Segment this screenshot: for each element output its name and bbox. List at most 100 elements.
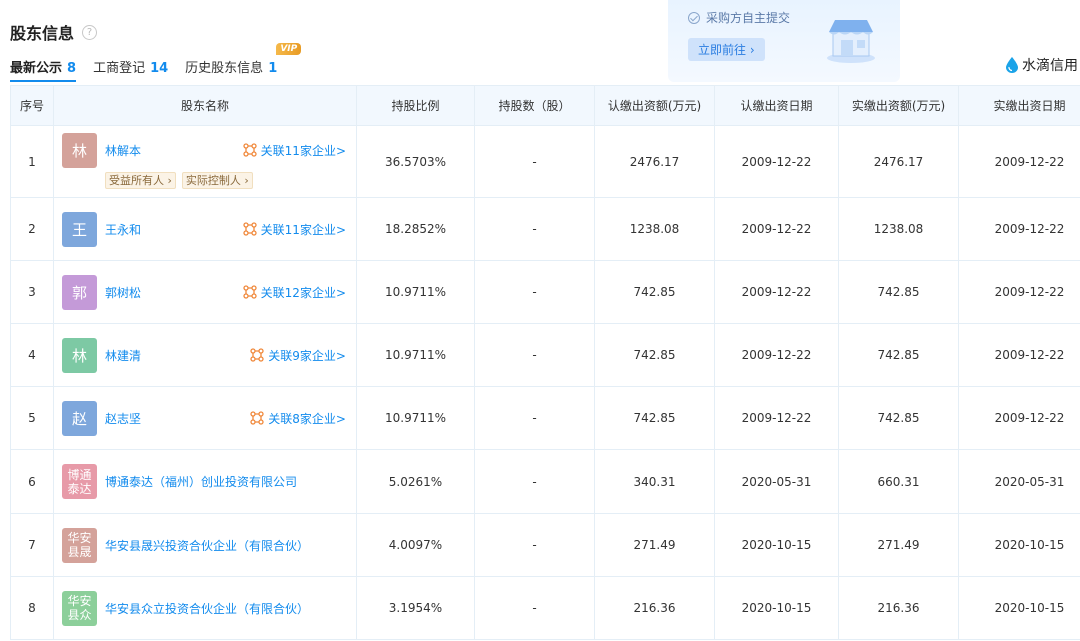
promo-go-button[interactable]: 立即前往 › xyxy=(688,38,765,61)
cell-paid-amount: 660.31 xyxy=(838,449,959,514)
tab-latest-public[interactable]: 最新公示 8 xyxy=(10,57,77,82)
tab-count: 14 xyxy=(150,61,169,76)
col-header-paid-amount[interactable]: 实缴出资额(万元) xyxy=(838,85,959,126)
cell-ratio: 3.1954% xyxy=(356,576,475,640)
cell-index: 4 xyxy=(10,323,54,387)
avatar-text-line2: 泰达 xyxy=(67,481,92,496)
shareholder-info: 王王永和 关联11家企业> xyxy=(62,211,348,247)
cell-paid-amount: 742.85 xyxy=(838,323,959,387)
col-header-shares[interactable]: 持股数（股） xyxy=(474,85,595,126)
tab-label: 历史股东信息 xyxy=(185,61,264,76)
avatar-text-line2: 县众 xyxy=(67,608,92,622)
cell-shareholder-name: 林林建清 关联9家企业> xyxy=(53,323,357,387)
cell-subscribed-amount: 742.85 xyxy=(594,323,715,387)
table-row: 4 林林建清 关联9家企业> 10.9711% -742.85 2009-12-22 742… xyxy=(10,323,1080,387)
cell-shareholder-name: 赵赵志坚 关联8家企业> xyxy=(53,386,357,450)
shareholder-tags: 受益所有人 › 实际控制人 › xyxy=(105,171,348,189)
related-companies-link[interactable]: 关联11家企业> xyxy=(243,221,346,238)
brand-name: 水滴信用 xyxy=(1022,58,1078,74)
related-companies-text: 关联8家企业> xyxy=(268,411,346,426)
cell-shareholder-name: 郭郭树松 关联12家企业> xyxy=(53,260,357,324)
cell-index: 6 xyxy=(10,449,54,514)
cell-paid-amount: 2476.17 xyxy=(838,125,959,198)
col-header-subscribed-amount[interactable]: 认缴出资额(万元) xyxy=(594,85,715,126)
avatar-text-line1: 华安 xyxy=(67,531,92,545)
shareholder-info: 华安 县晟 华安县晟兴投资合伙企业（有限合伙） xyxy=(62,527,348,563)
cell-subscribed-amount: 742.85 xyxy=(594,386,715,450)
cell-subscribed-amount: 271.49 xyxy=(594,513,715,577)
cell-ratio: 10.9711% xyxy=(356,260,475,324)
network-icon xyxy=(250,411,264,425)
cell-ratio: 36.5703% xyxy=(356,125,475,198)
col-header-subscribed-date[interactable]: 认缴出资日期 xyxy=(714,85,839,126)
water-drop-icon xyxy=(1006,57,1018,73)
col-header-paid-date[interactable]: 实缴出资日期 xyxy=(958,85,1080,126)
storefront-icon xyxy=(827,20,875,63)
page-title-text: 股东信息 xyxy=(10,24,75,43)
related-companies-link[interactable]: 关联8家企业> xyxy=(250,410,346,427)
cell-index: 7 xyxy=(10,513,54,577)
avatar: 华安 县众 xyxy=(62,590,97,626)
cell-ratio: 5.0261% xyxy=(356,449,475,514)
cell-ratio: 4.0097% xyxy=(356,513,475,577)
cell-index: 3 xyxy=(10,260,54,324)
cell-subscribed-date: 2009-12-22 xyxy=(714,197,839,261)
related-companies-link[interactable]: 关联9家企业> xyxy=(250,347,346,364)
shareholder-name-link[interactable]: 华安县众立投资合伙企业（有限合伙） xyxy=(105,600,309,617)
col-header-ratio[interactable]: 持股比例 xyxy=(356,85,475,126)
shareholder-name-link[interactable]: 郭树松 xyxy=(105,284,141,301)
cell-paid-amount: 742.85 xyxy=(838,386,959,450)
avatar: 王 xyxy=(62,211,97,247)
shareholder-info: 博通 泰达 博通泰达（福州）创业投资有限公司 xyxy=(62,464,348,499)
avatar: 林 xyxy=(62,337,97,373)
table-header-row: 序号 股东名称 持股比例 持股数（股） 认缴出资额(万元) 认缴出资日期 实缴出… xyxy=(10,85,1080,126)
cell-shareholder-name: 博通 泰达 博通泰达（福州）创业投资有限公司 xyxy=(53,449,357,514)
shareholder-name-link[interactable]: 林建清 xyxy=(105,347,141,364)
col-header-name[interactable]: 股东名称 xyxy=(53,85,357,126)
network-icon xyxy=(250,348,264,362)
cell-paid-date: 2020-10-15 xyxy=(958,576,1080,640)
shareholder-name-link[interactable]: 林解本 xyxy=(105,142,141,159)
shareholder-name-link[interactable]: 华安县晟兴投资合伙企业（有限合伙） xyxy=(105,537,309,554)
tab-count: 8 xyxy=(67,61,77,76)
cell-subscribed-date: 2009-12-22 xyxy=(714,125,839,198)
tab-count: 1 xyxy=(268,61,278,76)
related-companies-link[interactable]: 关联12家企业> xyxy=(243,284,346,301)
shareholder-tag[interactable]: 受益所有人 › xyxy=(105,171,176,189)
cell-index: 2 xyxy=(10,197,54,261)
tab-history-shareholders[interactable]: 历史股东信息 1 VIP xyxy=(185,43,302,79)
tab-label: 最新公示 xyxy=(10,61,63,76)
avatar-text-line1: 华安 xyxy=(67,594,92,608)
cell-subscribed-date: 2020-05-31 xyxy=(714,449,839,514)
cell-subscribed-amount: 1238.08 xyxy=(594,197,715,261)
promo-line: 采购方自主提交 xyxy=(688,9,790,26)
related-companies-text: 关联9家企业> xyxy=(268,348,346,363)
shareholder-name-link[interactable]: 博通泰达（福州）创业投资有限公司 xyxy=(105,473,297,490)
col-header-index[interactable]: 序号 xyxy=(10,85,54,126)
cell-shares: - xyxy=(474,513,595,577)
table-body: 1 林林解本 关联11家企业> 受益所有人 › 实际控制人 › 36.5703% -2476… xyxy=(10,125,1080,640)
network-icon xyxy=(243,222,257,236)
cell-subscribed-date: 2009-12-22 xyxy=(714,323,839,387)
cell-subscribed-date: 2009-12-22 xyxy=(714,386,839,450)
cell-subscribed-amount: 742.85 xyxy=(594,260,715,324)
cell-subscribed-amount: 2476.17 xyxy=(594,125,715,198)
shareholder-name-link[interactable]: 赵志坚 xyxy=(105,410,141,427)
avatar: 赵 xyxy=(62,400,97,436)
cell-shares: - xyxy=(474,576,595,640)
cell-shareholder-name: 林林解本 关联11家企业> 受益所有人 › 实际控制人 › xyxy=(53,125,357,198)
cell-ratio: 18.2852% xyxy=(356,197,475,261)
shareholder-name-link[interactable]: 王永和 xyxy=(105,221,141,238)
related-companies-link[interactable]: 关联11家企业> xyxy=(243,142,346,159)
avatar: 华安 县晟 xyxy=(62,527,97,563)
brand-logo: 水滴信用 xyxy=(1006,55,1078,75)
shareholder-tag[interactable]: 实际控制人 › xyxy=(181,171,253,189)
network-icon xyxy=(243,143,257,157)
shareholder-info: 郭郭树松 关联12家企业> xyxy=(62,274,348,310)
shareholder-info: 林林解本 关联11家企业> xyxy=(62,132,348,168)
tab-business-registration[interactable]: 工商登记 14 xyxy=(93,57,168,79)
check-circle-icon xyxy=(688,11,700,24)
question-circle-icon[interactable]: ? xyxy=(82,24,98,40)
avatar: 博通 泰达 xyxy=(62,464,97,499)
cell-shares: - xyxy=(474,125,595,198)
